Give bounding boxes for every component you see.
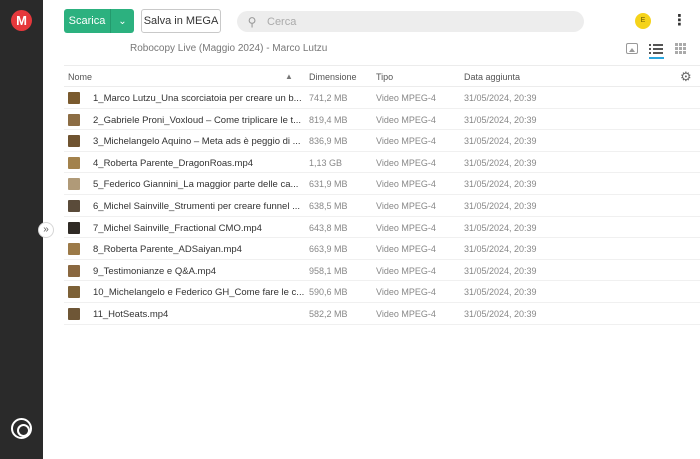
video-thumbnail-icon (68, 264, 80, 277)
left-rail: M (0, 0, 43, 459)
file-size: 582,2 MB (309, 308, 348, 319)
file-type: Video MPEG-4 (376, 287, 436, 298)
file-type: Video MPEG-4 (376, 200, 436, 211)
file-date: 31/05/2024, 20:39 (464, 287, 537, 298)
table-row[interactable]: 5_Federico Giannini_La maggior parte del… (64, 173, 700, 195)
more-menu-icon[interactable]: ⋮ (672, 12, 687, 30)
sort-ascending-icon[interactable]: ▲ (285, 72, 293, 81)
search-icon: ⚲ (247, 14, 257, 29)
file-list: 1_Marco Lutzu_Una scorciatoia per creare… (64, 87, 700, 325)
file-date: 31/05/2024, 20:39 (464, 114, 537, 125)
video-thumbnail-icon (68, 307, 80, 320)
column-date[interactable]: Data aggiunta (464, 72, 520, 82)
video-thumbnail-icon (68, 243, 80, 256)
save-to-mega-button[interactable]: Salva in MEGA (141, 9, 221, 33)
file-size: 1,13 GB (309, 157, 343, 168)
avatar[interactable]: E (635, 13, 651, 29)
video-thumbnail-icon (68, 113, 80, 126)
file-date: 31/05/2024, 20:39 (464, 157, 537, 168)
search-bar: ⚲ (237, 11, 584, 32)
file-date: 31/05/2024, 20:39 (464, 179, 537, 190)
file-size: 663,9 MB (309, 244, 348, 255)
column-size[interactable]: Dimensione (309, 72, 357, 82)
file-type: Video MPEG-4 (376, 93, 436, 103)
file-name: 2_Gabriele Proni_Voxloud – Come triplica… (93, 114, 302, 126)
breadcrumb: Robocopy Live (Maggio 2024) - Marco Lutz… (130, 43, 328, 54)
download-button[interactable]: Scarica ⌄ (64, 9, 134, 33)
file-name: 5_Federico Giannini_La maggior parte del… (93, 179, 299, 191)
file-type: Video MPEG-4 (376, 244, 436, 255)
file-date: 31/05/2024, 20:39 (464, 200, 537, 211)
file-type: Video MPEG-4 (376, 308, 436, 319)
account-status-icon[interactable] (11, 418, 32, 439)
list-view-icon[interactable] (649, 42, 664, 59)
file-name: 1_Marco Lutzu_Una scorciatoia per creare… (93, 93, 302, 104)
file-size: 643,8 MB (309, 222, 348, 233)
chevron-down-icon[interactable]: ⌄ (110, 9, 134, 33)
file-table: Nome ▲ Dimensione Tipo Data aggiunta ⚙ 1… (64, 65, 700, 325)
file-name: 8_Roberta Parente_ADSaiyan.mp4 (93, 244, 242, 256)
thumbnail-view-icon[interactable] (626, 43, 638, 54)
file-date: 31/05/2024, 20:39 (464, 93, 537, 103)
file-type: Video MPEG-4 (376, 179, 436, 190)
file-size: 638,5 MB (309, 200, 348, 211)
file-size: 631,9 MB (309, 179, 348, 190)
table-row[interactable]: 7_Michel Sainville_Fractional CMO.mp4 643… (64, 217, 700, 239)
video-thumbnail-icon (68, 135, 80, 148)
file-name: 7_Michel Sainville_Fractional CMO.mp4 (93, 222, 262, 234)
table-header: Nome ▲ Dimensione Tipo Data aggiunta ⚙ (64, 65, 700, 87)
file-type: Video MPEG-4 (376, 157, 436, 168)
file-name: 6_Michel Sainville_Strumenti per creare … (93, 200, 300, 212)
file-name: 11_HotSeats.mp4 (93, 308, 169, 320)
video-thumbnail-icon (68, 199, 80, 212)
column-type[interactable]: Tipo (376, 72, 393, 82)
file-size: 958,1 MB (309, 265, 348, 276)
video-thumbnail-icon (68, 178, 80, 191)
file-date: 31/05/2024, 20:39 (464, 222, 537, 233)
file-type: Video MPEG-4 (376, 114, 436, 125)
table-row[interactable]: 9_Testimonianze e Q&A.mp4 958,1 MB Video M… (64, 260, 700, 282)
column-name[interactable]: Nome (68, 72, 92, 82)
table-row[interactable]: 1_Marco Lutzu_Una scorciatoia per creare… (64, 87, 700, 109)
file-size: 741,2 MB (309, 93, 348, 103)
mega-logo[interactable]: M (11, 10, 32, 31)
search-input[interactable] (267, 15, 567, 28)
table-row[interactable]: 10_Michelangelo e Federico GH_Come fare … (64, 281, 700, 303)
video-thumbnail-icon (68, 221, 80, 234)
file-type: Video MPEG-4 (376, 222, 436, 233)
file-date: 31/05/2024, 20:39 (464, 136, 537, 147)
file-type: Video MPEG-4 (376, 265, 436, 276)
table-row[interactable]: 4_Roberta Parente_DragonRoas.mp4 1,13 GB V… (64, 152, 700, 174)
file-size: 836,9 MB (309, 136, 348, 147)
expand-sidebar-icon[interactable]: » (38, 222, 54, 238)
grid-view-icon[interactable] (675, 43, 686, 54)
file-date: 31/05/2024, 20:39 (464, 308, 537, 319)
file-name: 4_Roberta Parente_DragonRoas.mp4 (93, 157, 254, 169)
table-row[interactable]: 3_Michelangelo Aquino – Meta ads è peggi… (64, 130, 700, 152)
download-button-label: Scarica (68, 15, 106, 27)
table-row[interactable]: 8_Roberta Parente_ADSaiyan.mp4 663,9 MB Vi… (64, 238, 700, 260)
video-thumbnail-icon (68, 156, 80, 169)
file-size: 819,4 MB (309, 114, 348, 125)
video-thumbnail-icon (68, 286, 80, 299)
gear-icon[interactable]: ⚙ (680, 69, 692, 85)
table-row[interactable]: 11_HotSeats.mp4 582,2 MB Video MPEG-4 31/05… (64, 303, 700, 325)
video-thumbnail-icon (68, 92, 80, 104)
file-name: 9_Testimonianze e Q&A.mp4 (93, 265, 217, 277)
file-date: 31/05/2024, 20:39 (464, 244, 537, 255)
file-size: 590,6 MB (309, 287, 348, 298)
file-date: 31/05/2024, 20:39 (464, 265, 537, 276)
table-row[interactable]: 2_Gabriele Proni_Voxloud – Come triplica… (64, 109, 700, 131)
file-name: 10_Michelangelo e Federico GH_Come fare … (93, 287, 305, 299)
table-row[interactable]: 6_Michel Sainville_Strumenti per creare … (64, 195, 700, 217)
file-name: 3_Michelangelo Aquino – Meta ads è peggi… (93, 136, 301, 148)
file-type: Video MPEG-4 (376, 136, 436, 147)
